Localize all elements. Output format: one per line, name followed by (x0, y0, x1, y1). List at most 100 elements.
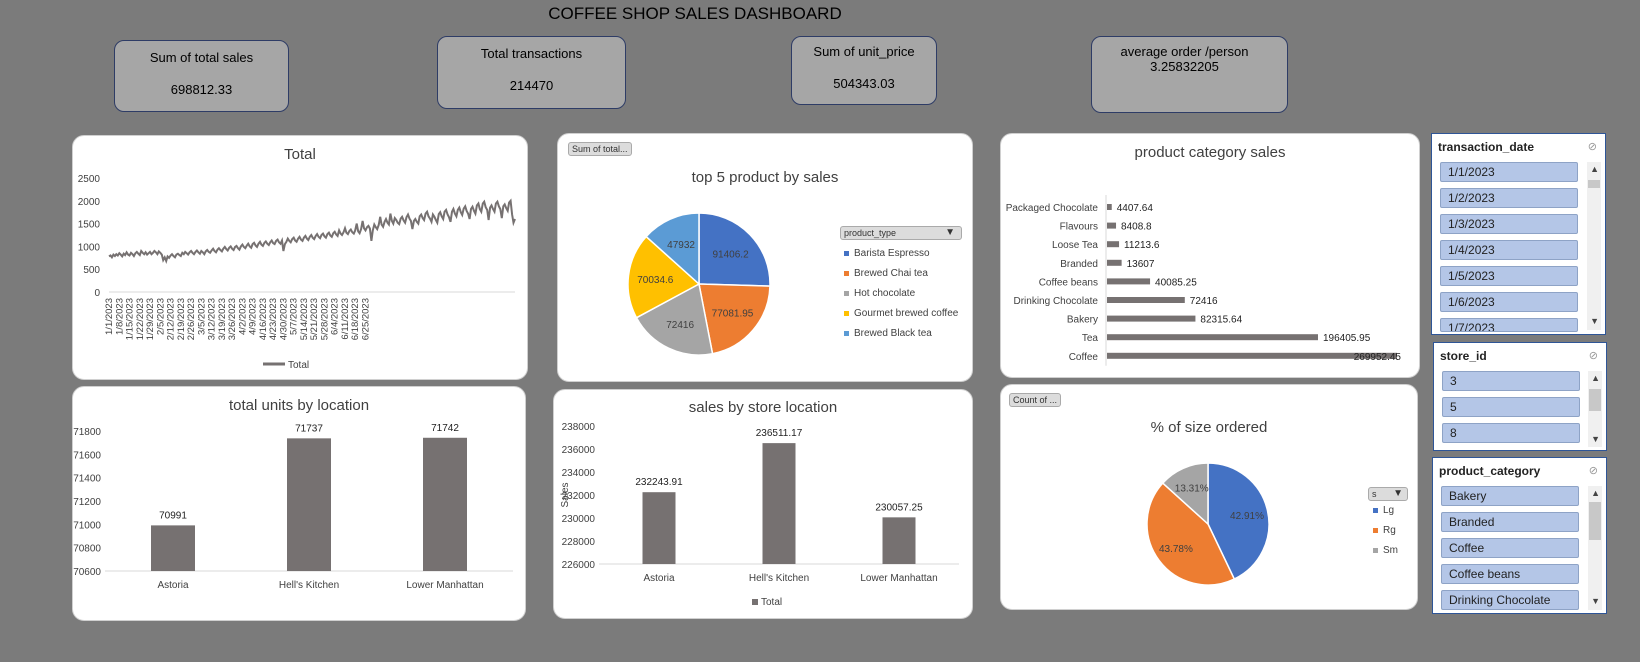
bar-chart-svg: 70600 70800 71000 71200 71400 71600 71800 70991… (73, 423, 513, 591)
y-tick-label: 71200 (73, 497, 101, 508)
slicer-item[interactable]: 1/7/2023 (1440, 318, 1578, 332)
slicer-item[interactable]: 1/1/2023 (1440, 162, 1578, 182)
slicer-item[interactable]: 1/3/2023 (1440, 214, 1578, 234)
y-axis-label: Sales (560, 482, 571, 507)
slicer-item[interactable]: 5 (1442, 397, 1580, 417)
slicer-item[interactable]: 1/6/2023 (1440, 292, 1578, 312)
bar (1107, 222, 1117, 229)
category-label: Lower Manhattan (406, 580, 483, 591)
scrollbar-thumb[interactable] (1588, 180, 1600, 188)
legend-item: Hot chocolate (844, 288, 915, 299)
scrollbar-thumb[interactable] (1589, 389, 1601, 411)
bar-data-label: 13607 (1127, 259, 1155, 270)
slicer-item[interactable]: 3 (1442, 371, 1580, 391)
clear-filter-icon[interactable]: ⊘ (1589, 464, 1598, 477)
bar-data-label: 236511.17 (756, 428, 803, 439)
bar-data-label: 269952.45 (1354, 352, 1402, 363)
legend-swatch (844, 290, 849, 296)
scroll-down-icon[interactable]: ▼ (1591, 596, 1600, 606)
category-label: Loose Tea (1052, 240, 1098, 251)
chart-size-ordered[interactable]: Count of ... % of size ordered 42.91% 43.… (1000, 384, 1418, 610)
chart-total-line[interactable]: Total 0 500 1000 1500 2000 2500 1/1/2023 1/8/20… (72, 135, 528, 380)
legend-label: Hot chocolate (854, 288, 916, 299)
y-tick-label: 70600 (73, 567, 101, 578)
pie-data-label: 42.91% (1230, 511, 1264, 522)
bar (642, 492, 676, 564)
bar (1107, 334, 1318, 341)
legend-swatch (752, 599, 758, 605)
slicer-product-category[interactable]: product_category ⊘ ▲ ▼ Bakery Branded Coff… (1432, 457, 1607, 614)
scroll-down-icon[interactable]: ▼ (1591, 434, 1600, 444)
chart-sales-by-store[interactable]: sales by store location 226000 228000 2300… (553, 389, 973, 619)
series-line-total (108, 198, 516, 264)
pie-data-label: 72416 (666, 320, 694, 331)
y-tick-label: 71800 (73, 427, 101, 438)
kpi-value: 504343.03 (833, 76, 895, 91)
category-label: Hell's Kitchen (749, 573, 809, 584)
scrollbar-thumb[interactable] (1589, 502, 1601, 540)
legend-item: Gourmet brewed coffee (844, 308, 958, 319)
category-label: Coffee (1069, 352, 1099, 363)
slicer-item[interactable]: Coffee beans (1441, 564, 1579, 584)
bar (151, 525, 195, 571)
slicer-item[interactable]: Coffee (1441, 538, 1579, 558)
bar-data-label: 196405.95 (1323, 333, 1371, 344)
slicer-transaction-date[interactable]: transaction_date ⊘ ▲ ▼ 1/1/2023 1/2/2023 1… (1431, 133, 1606, 335)
category-label: Astoria (157, 580, 189, 591)
legend-filter-product-type[interactable]: product_type ▼ (840, 226, 962, 240)
chart-units-by-location[interactable]: total units by location 70600 70800 71000 7… (72, 386, 526, 621)
pie-data-label: 70034.6 (637, 275, 674, 286)
bar-chart-svg: 2260002280002300002320002340002360002380… (560, 422, 959, 608)
slicer-item[interactable]: 1/2/2023 (1440, 188, 1578, 208)
slicer-title: transaction_date (1438, 140, 1535, 154)
pie-data-label: 77081.95 (712, 308, 754, 319)
slicer-store-id[interactable]: store_id ⊘ ▲ ▼ 3 5 8 (1433, 342, 1607, 451)
category-label: Hell's Kitchen (279, 580, 339, 591)
bar-data-label: 232243.91 (635, 477, 683, 488)
category-label: Lower Manhattan (860, 573, 937, 584)
bar-data-label: 8408.8 (1121, 222, 1152, 233)
legend-label: Sm (1383, 545, 1398, 556)
bar-data-label: 71737 (295, 423, 323, 434)
category-label: Flavours (1060, 222, 1098, 233)
y-tick-label: 71600 (73, 450, 101, 461)
clear-filter-icon[interactable]: ⊘ (1589, 349, 1598, 362)
slicer-item[interactable]: Branded (1441, 512, 1579, 532)
scroll-down-icon[interactable]: ▼ (1590, 316, 1599, 326)
legend-item: Brewed Black tea (844, 328, 932, 339)
x-tick-label: 6/25/2023 (360, 298, 371, 340)
chart-top5-products[interactable]: Sum of total... top 5 product by sales 9… (557, 133, 973, 382)
legend-filter-size[interactable]: s ▼ (1368, 487, 1408, 501)
y-tick-label: 0 (94, 288, 100, 299)
dashboard-title: COFFEE SHOP SALES DASHBOARD (548, 4, 842, 23)
bar (1107, 259, 1122, 266)
slicer-item[interactable]: Drinking Chocolate (1441, 590, 1579, 610)
slicer-item[interactable]: 1/4/2023 (1440, 240, 1578, 260)
legend-label: Rg (1383, 525, 1396, 536)
y-tick-label: 1500 (78, 220, 101, 231)
slicer-item[interactable]: 1/5/2023 (1440, 266, 1578, 286)
category-label: Packaged Chocolate (1006, 203, 1099, 214)
pie-chart-svg: 42.91% 43.78% 13.31% (1146, 462, 1270, 586)
filter-icon: ▼ (945, 227, 955, 238)
clear-filter-icon[interactable]: ⊘ (1588, 140, 1597, 153)
scroll-up-icon[interactable]: ▲ (1591, 373, 1600, 383)
kpi-total-transactions: Total transactions 214470 (437, 36, 626, 109)
legend-item: Rg (1373, 525, 1396, 536)
y-tick-label: 71400 (73, 474, 101, 485)
scroll-up-icon[interactable]: ▲ (1591, 488, 1600, 498)
bar (1107, 241, 1120, 248)
slicer-item[interactable]: Bakery (1441, 486, 1579, 506)
bar (287, 438, 331, 571)
chart-product-category-sales[interactable]: product category sales Packaged Chocolat… (1000, 133, 1420, 378)
slicer-title: product_category (1439, 464, 1541, 478)
y-tick-label: 226000 (562, 560, 596, 571)
legend-swatch (844, 270, 849, 276)
legend-label: Total (288, 360, 309, 371)
slicer-item[interactable]: 8 (1442, 423, 1580, 443)
kpi-value: 3.25832205 (1150, 59, 1219, 74)
scroll-up-icon[interactable]: ▲ (1590, 164, 1599, 174)
legend-filter-label: product_type (844, 228, 897, 238)
legend-swatch (844, 330, 849, 336)
bar (882, 517, 916, 564)
